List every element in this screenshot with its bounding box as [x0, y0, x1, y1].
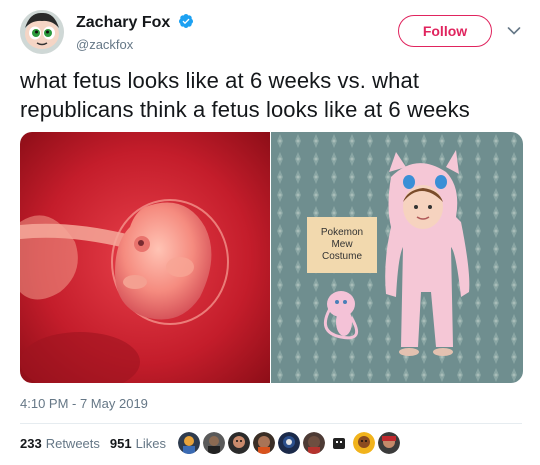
- tweet-timestamp[interactable]: 4:10 PM - 7 May 2019: [20, 396, 148, 411]
- likes-stat[interactable]: 951 Likes: [110, 436, 166, 451]
- liker-avatar[interactable]: [178, 432, 200, 454]
- retweets-count: 233: [20, 436, 42, 451]
- tweet-media[interactable]: Pokemon Mew Costume: [20, 132, 523, 383]
- costume-sign-line2: Mew: [331, 239, 353, 250]
- divider: [20, 423, 522, 424]
- chevron-down-icon[interactable]: [507, 26, 521, 36]
- liker-avatars: [178, 432, 403, 454]
- liker-avatar[interactable]: [353, 432, 375, 454]
- author-info: Zachary Fox @zackfox: [76, 13, 194, 52]
- liker-avatar[interactable]: [253, 432, 275, 454]
- follow-button[interactable]: Follow: [398, 15, 492, 47]
- liker-avatar[interactable]: [303, 432, 325, 454]
- child-in-pokemon-costume-image[interactable]: Pokemon Mew Costume: [271, 132, 523, 383]
- costume-sign-line1: Pokemon: [321, 227, 363, 238]
- author-avatar[interactable]: [20, 10, 64, 54]
- liker-avatar[interactable]: [328, 432, 350, 454]
- fetus-6-weeks-image[interactable]: [20, 132, 270, 383]
- costume-sign-line3: Costume: [322, 251, 362, 262]
- liker-avatar[interactable]: [203, 432, 225, 454]
- author-display-name[interactable]: Zachary Fox: [76, 14, 170, 32]
- likes-count: 951: [109, 436, 132, 451]
- retweets-stat[interactable]: 233 Retweets: [20, 436, 100, 451]
- tweet-text: what fetus looks like at 6 weeks vs. wha…: [20, 68, 470, 122]
- tweet-card: Zachary Fox @zackfox Follow what fetus l…: [0, 0, 540, 465]
- retweets-label: Retweets: [45, 436, 100, 451]
- verified-badge-icon: [178, 14, 193, 28]
- likes-label: Likes: [135, 436, 166, 451]
- liker-avatar[interactable]: [278, 432, 300, 454]
- tweet-stats: 233 Retweets 951 Likes: [20, 436, 176, 451]
- author-handle[interactable]: @zackfox: [76, 37, 194, 52]
- liker-avatar[interactable]: [228, 432, 250, 454]
- liker-avatar[interactable]: [378, 432, 400, 454]
